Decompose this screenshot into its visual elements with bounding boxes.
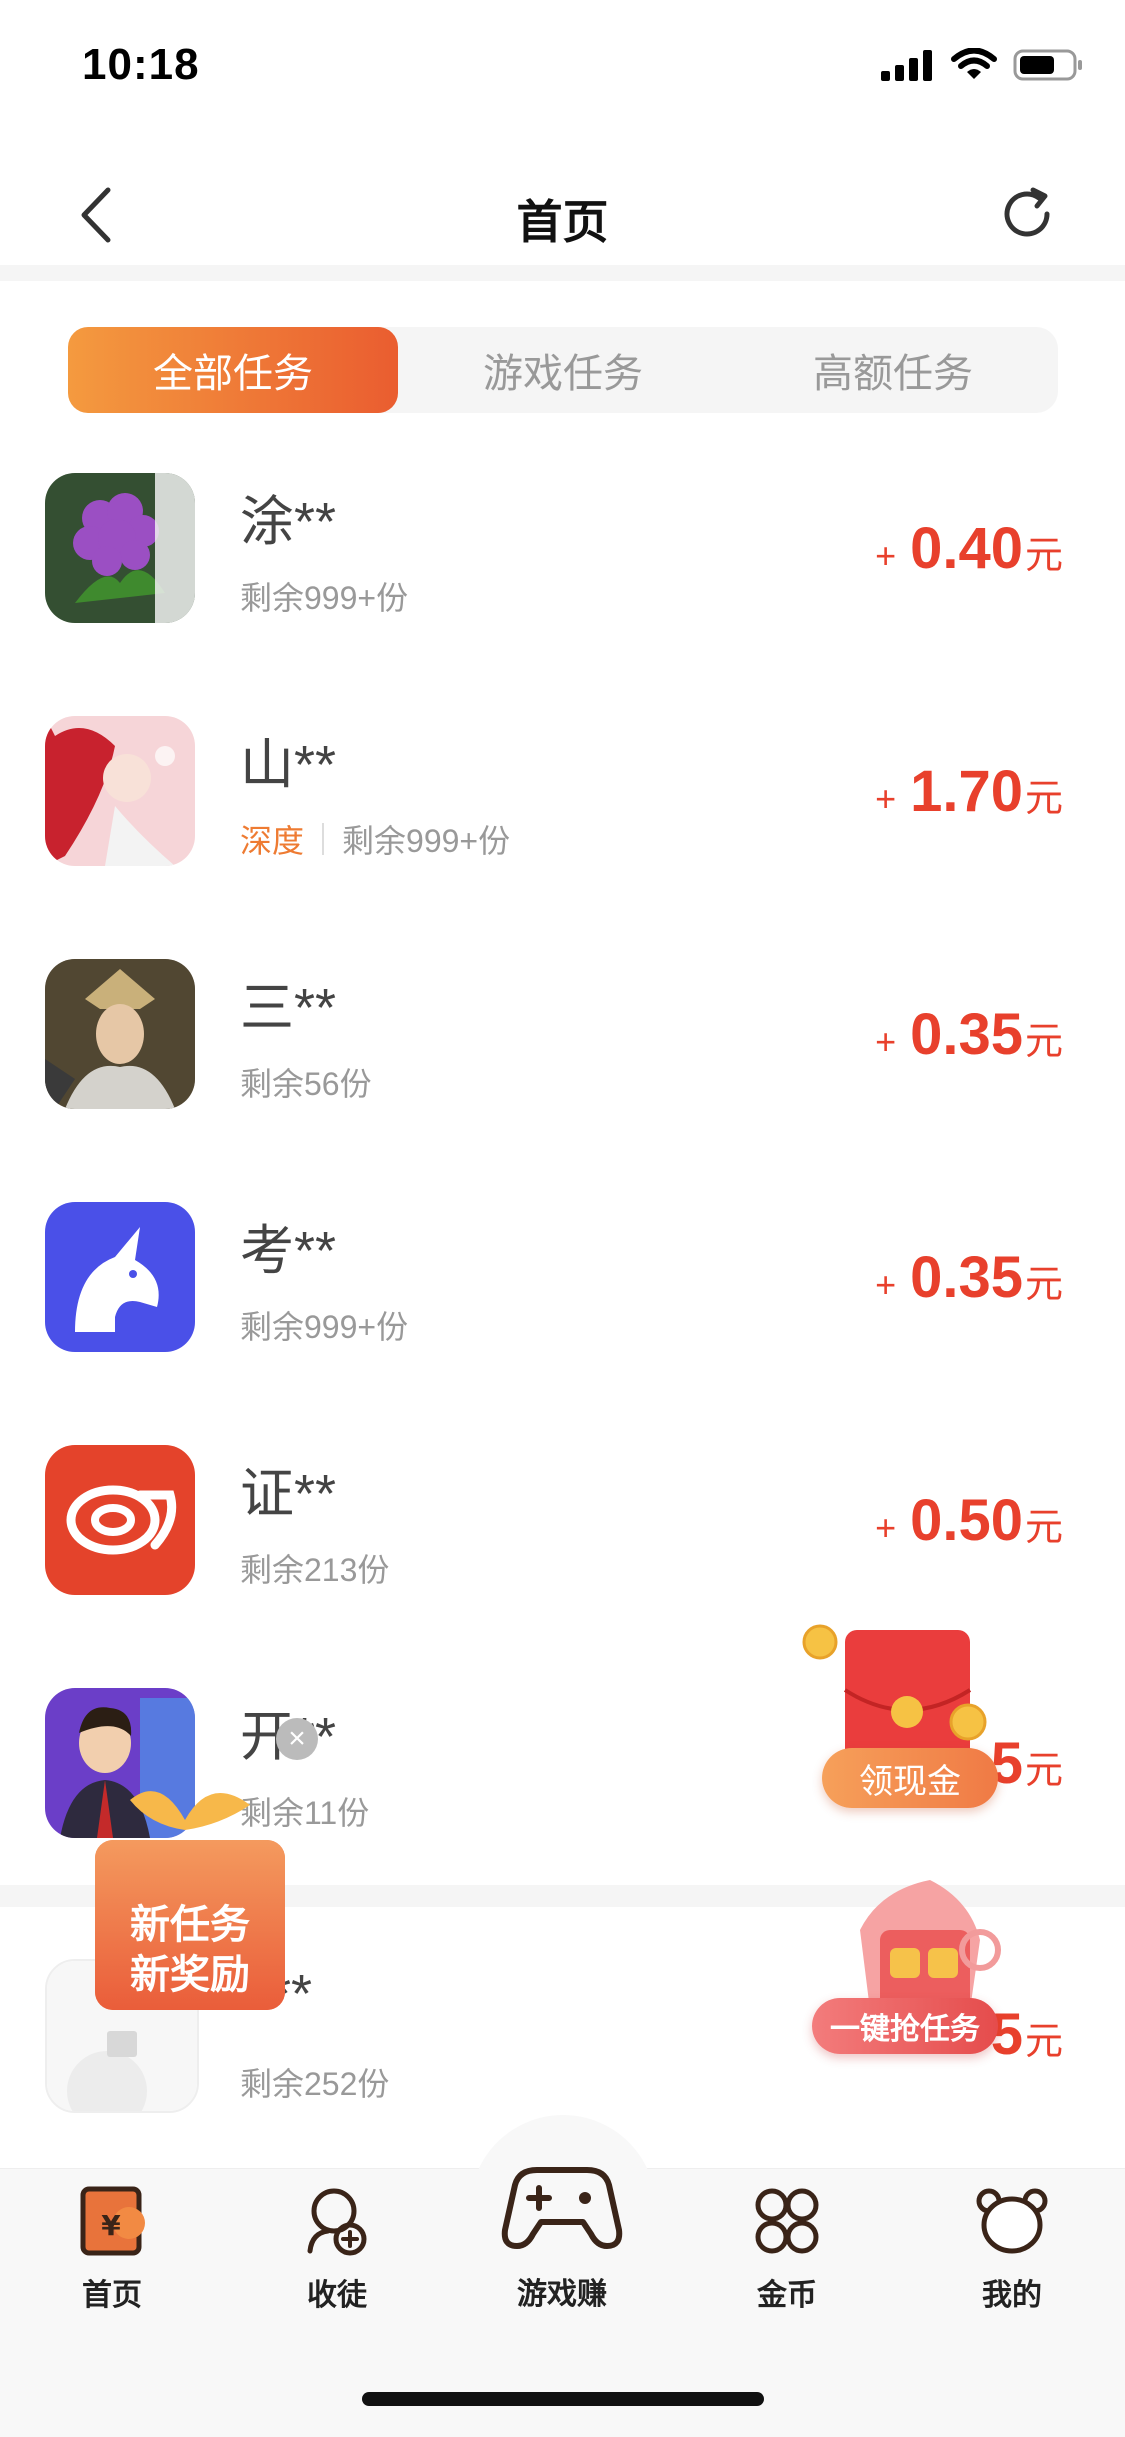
reward-amount: 0.35 [910, 1245, 1023, 1310]
task-meta: 剩余999+份 [240, 573, 408, 619]
bear-icon [976, 2188, 1048, 2254]
new-task-reward-float-button[interactable]: 新任务 新奖励 [90, 1780, 300, 2020]
task-name: 三** [240, 978, 337, 1038]
reward-plus: + [875, 1021, 897, 1062]
warrior-icon [45, 959, 195, 1109]
tabbar-item-mine[interactable]: 我的 [947, 2185, 1077, 2314]
task-row[interactable]: 考** 剩余999+份 + 0.35 元 [0, 1194, 1125, 1437]
red-hair-woman-icon [45, 716, 195, 866]
page-title: 首页 [516, 196, 609, 248]
get-cash-float-button[interactable]: 领现金 [800, 1620, 1020, 1820]
flower-icon [45, 473, 195, 623]
task-name: 考** [240, 1221, 337, 1281]
task-meta: 剩余213份 [240, 1545, 389, 1591]
task-tag: 深度 [240, 823, 305, 859]
close-ad-button[interactable]: × [276, 1718, 318, 1760]
tabbar-item-coins[interactable]: 金币 [722, 2185, 852, 2314]
task-reward: + 0.35 元 [875, 1244, 1063, 1311]
new-task-line2: 新奖励 [130, 1953, 250, 1997]
task-tabs: 全部任务 游戏任务 高额任务 [68, 327, 1058, 413]
wifi-icon [951, 48, 997, 79]
task-reward: + 1.70 元 [875, 758, 1063, 825]
reward-plus: + [875, 535, 897, 576]
reward-plus: + [875, 1507, 897, 1548]
task-name: 证** [240, 1464, 337, 1524]
reward-unit: 元 [1024, 1750, 1063, 1792]
status-bar: 10:18 [0, 0, 1125, 132]
unicorn-icon [45, 1202, 195, 1352]
reward-plus: + [875, 778, 897, 819]
tabbar-label: 金币 [757, 2279, 817, 2312]
new-task-line1: 新任务 [130, 1903, 250, 1947]
header-divider [0, 265, 1125, 281]
reward-unit: 元 [1024, 1264, 1063, 1306]
reward-amount: 0.35 [910, 1002, 1023, 1067]
reward-unit: 元 [1024, 1507, 1063, 1549]
status-icons [881, 48, 1085, 82]
meta-divider [322, 823, 325, 855]
securities-logo-icon [45, 1445, 195, 1595]
tabbar-label: 游戏赚 [517, 2278, 607, 2311]
task-reward: + 0.40 元 [875, 515, 1063, 582]
task-meta: 剩余999+份 [240, 1302, 408, 1348]
task-remaining: 剩余999+份 [342, 823, 511, 859]
reward-unit: 元 [1024, 535, 1063, 577]
reward-plus: + [875, 1264, 897, 1305]
task-name: 山** [240, 735, 337, 795]
tab-game-tasks[interactable]: 游戏任务 [398, 327, 728, 413]
grab-tasks-float-button[interactable]: 一键抢任务 [812, 1870, 1020, 2070]
tabbar-item-game-earn[interactable]: 游戏赚 [497, 2150, 627, 2313]
task-meta: 剩余252份 [240, 2059, 389, 2105]
tabbar-label: 收徒 [307, 2279, 367, 2312]
reward-amount: 0.50 [910, 1488, 1023, 1553]
reward-amount: 1.70 [910, 759, 1023, 824]
gamepad-icon [501, 2167, 623, 2249]
tabbar-label: 首页 [82, 2279, 142, 2312]
svg-text:¥: ¥ [101, 2209, 121, 2242]
reward-amount: 0.40 [910, 516, 1023, 581]
home-indicator[interactable] [362, 2392, 764, 2406]
tabbar-item-home[interactable]: ¥ 首页 [47, 2185, 177, 2314]
new-task-text: 新任务 新奖励 [90, 1900, 290, 2000]
tab-all-tasks[interactable]: 全部任务 [68, 327, 398, 413]
refresh-icon [1004, 187, 1050, 237]
home-icon: ¥ [80, 2186, 145, 2256]
add-friend-icon [307, 2188, 367, 2256]
task-meta: 剩余56份 [240, 1059, 372, 1105]
grab-tasks-label: 一键抢任务 [812, 1998, 998, 2054]
get-cash-label: 领现金 [822, 1748, 998, 1808]
task-meta: 深度 剩余999+份 [240, 816, 510, 862]
reward-unit: 元 [1024, 1021, 1063, 1063]
task-remaining: 剩余213份 [240, 1552, 390, 1588]
reward-unit: 元 [1024, 2021, 1063, 2063]
task-remaining: 剩余252份 [240, 2066, 390, 2102]
signal-icon [881, 50, 932, 81]
tabbar-item-recruit[interactable]: 收徒 [272, 2185, 402, 2314]
task-remaining: 剩余999+份 [240, 1309, 409, 1345]
task-remaining: 剩余999+份 [240, 580, 409, 616]
task-reward: + 0.35 元 [875, 1001, 1063, 1068]
tabbar-label: 我的 [982, 2279, 1042, 2312]
task-row[interactable]: 山** 深度 剩余999+份 + 1.70 元 [0, 708, 1125, 951]
task-remaining: 剩余56份 [240, 1066, 372, 1102]
battery-icon [1013, 49, 1082, 81]
task-row[interactable]: 三** 剩余56份 + 0.35 元 [0, 951, 1125, 1194]
coins-icon [755, 2188, 819, 2254]
task-reward: + 0.50 元 [875, 1487, 1063, 1554]
reward-unit: 元 [1024, 778, 1063, 820]
task-name: 涂** [240, 492, 337, 552]
task-row[interactable]: 涂** 剩余999+份 + 0.40 元 [0, 465, 1125, 708]
nav-bar: 首页 [0, 150, 1125, 280]
status-time: 10:18 [82, 40, 200, 89]
tab-high-reward-tasks[interactable]: 高额任务 [728, 327, 1058, 413]
refresh-button[interactable] [993, 180, 1061, 248]
